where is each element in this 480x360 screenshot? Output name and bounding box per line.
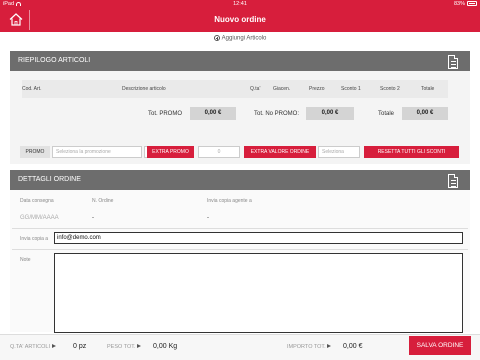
promo-actions-row: PROMO Seleziona la promozione > EXTRA PR… (20, 146, 460, 158)
articles-table-header: Cod. Art. Descrizione articolo Q.ta' Gia… (22, 80, 448, 98)
col-giacenza: Giacen. (273, 86, 291, 92)
extra-promo-button[interactable]: EXTRA PROMO (147, 146, 194, 158)
dettagli-title: DETTAGLI ORDINE (18, 176, 81, 183)
n-ordine-label: N. Ordine (92, 198, 114, 204)
page-title: Nuovo ordine (214, 15, 266, 24)
peso-tot-label: PESO TOT. (107, 344, 142, 350)
tot-no-promo-value: 0,00 € (306, 107, 354, 120)
col-qta: Q.ta' (250, 86, 261, 92)
col-totale: Totale (421, 86, 435, 92)
promo-select[interactable]: Seleziona la promozione (52, 146, 142, 158)
col-sconto1: Sconto 1 (341, 86, 361, 92)
document-icon[interactable] (448, 174, 458, 188)
importo-tot-label: IMPORTO TOT. (287, 344, 332, 350)
tot-promo-label: Tot. PROMO (148, 111, 183, 117)
data-consegna-input[interactable]: GG/MM/AAAA (20, 215, 59, 221)
importo-tot-value: 0,00 € (343, 343, 363, 350)
riepilogo-header: RIEPILOGO ARTICOLI (10, 51, 470, 71)
n-ordine-value: - (92, 215, 94, 221)
dettagli-header: DETTAGLI ORDINE (10, 170, 470, 190)
play-arrow-icon (137, 344, 142, 348)
order-summary-bar: Q.TA' ARTICOLI 0 pz PESO TOT. 0,00 Kg IM… (0, 334, 480, 360)
clock: 12:41 (233, 1, 247, 7)
invia-agente-value[interactable]: - (207, 215, 209, 221)
tot-no-promo-label: Tot. No PROMO: (254, 111, 300, 117)
divider (12, 249, 468, 250)
totale-value: 0,00 € (402, 107, 448, 120)
totale-label: Totale (378, 111, 395, 117)
battery-status: 83% (454, 1, 477, 7)
invia-copia-input[interactable]: info@demo.com (54, 232, 463, 244)
data-consegna-label: Data consegna (20, 198, 54, 204)
riepilogo-title: RIEPILOGO ARTICOLI (18, 57, 91, 64)
play-arrow-icon (327, 344, 332, 348)
col-prezzo: Prezzo (309, 86, 325, 92)
navigation-bar: Nuovo ordine (0, 8, 480, 32)
save-order-button[interactable]: SALVA ORDINE (409, 336, 471, 355)
tot-promo-value: 0,00 € (190, 107, 236, 120)
note-textarea[interactable] (54, 253, 463, 333)
promo-label: PROMO (20, 146, 50, 158)
qta-articoli-label: Q.TA' ARTICOLI (10, 344, 56, 350)
add-article-label: Aggiungi Articolo (221, 35, 267, 42)
invia-copia-label: Invia copia a (20, 236, 49, 242)
col-descrizione: Descrizione articolo (122, 86, 166, 92)
divider (12, 228, 468, 229)
peso-tot-value: 0,00 Kg (153, 343, 178, 350)
add-article-button[interactable]: Aggiungi Articolo (0, 35, 480, 42)
qta-articoli-value: 0 pz (73, 343, 87, 350)
extra-valore-ordine-button[interactable]: EXTRA VALORE ORDINE (244, 146, 316, 158)
extra-valore-select[interactable]: Seleziona (318, 146, 360, 158)
status-bar: iPad 12:41 83% (0, 0, 480, 8)
play-arrow-icon (51, 344, 56, 348)
note-label: Note (20, 257, 31, 263)
invia-agente-label: Invia copia agente a (207, 198, 252, 204)
col-cod-art: Cod. Art. (22, 86, 42, 92)
reset-discounts-button[interactable]: RESETTA TUTTI GLI SCONTI (364, 146, 459, 158)
col-sconto2: Sconto 2 (380, 86, 400, 92)
extra-promo-input[interactable]: 0 (198, 146, 240, 158)
battery-icon (467, 1, 477, 7)
document-icon[interactable] (448, 55, 458, 69)
add-circle-icon (213, 35, 220, 41)
